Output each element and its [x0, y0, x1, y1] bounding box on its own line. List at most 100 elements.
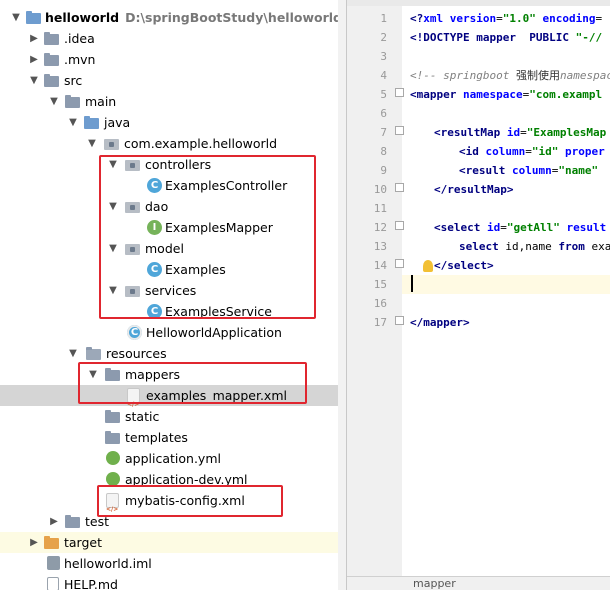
line-number: 12	[373, 221, 387, 234]
tree-item-helloworld-iml[interactable]: helloworld.iml	[0, 553, 346, 574]
tree-item-package[interactable]: ▼ com.example.helloworld	[0, 133, 346, 154]
tree-root[interactable]: ▼ helloworld D:\springBootStudy\helloworl…	[0, 7, 346, 28]
tree-item-label: com.example.helloworld	[124, 136, 278, 151]
chevron-down-icon[interactable]: ▼	[10, 7, 22, 28]
tree-item-label: HelloworldApplication	[146, 325, 282, 340]
chevron-right-icon[interactable]: ▶	[48, 511, 60, 532]
folder-icon	[84, 116, 99, 129]
tree-item-templates[interactable]: templates	[0, 427, 346, 448]
tree-item-label: templates	[125, 430, 188, 445]
module-file-icon	[47, 556, 60, 570]
code-line-7: <resultMap id="ExamplesMap	[434, 126, 607, 139]
resources-folder-icon	[86, 347, 101, 360]
tree-root-path: D:\springBootStudy\helloworld	[125, 10, 342, 25]
chevron-right-icon[interactable]: ▶	[28, 532, 40, 553]
tree-item-static[interactable]: static	[0, 406, 346, 427]
line-number: 4	[380, 69, 387, 82]
line-number: 9	[380, 164, 387, 177]
line-number: 8	[380, 145, 387, 158]
tree-item-java[interactable]: ▼ java	[0, 112, 346, 133]
highlight-box-mybatis-config	[97, 485, 283, 517]
line-number: 2	[380, 31, 387, 44]
code-line-17: </mapper>	[410, 316, 470, 329]
tree-item-label: .mvn	[64, 52, 96, 67]
folder-icon	[65, 515, 80, 528]
tree-item-label: HELP.md	[64, 577, 118, 590]
folder-icon	[44, 53, 59, 66]
line-number: 15	[373, 278, 387, 291]
markdown-file-icon	[47, 577, 59, 590]
line-number: 6	[380, 107, 387, 120]
tree-item-label: .idea	[64, 31, 95, 46]
folder-icon	[26, 11, 41, 24]
highlight-box-packages	[99, 155, 316, 319]
code-line-12: <select id="getAll" result	[434, 221, 607, 234]
fold-icon[interactable]	[395, 259, 404, 268]
breadcrumb-tab[interactable]: mapper	[347, 576, 610, 590]
code-line-5: <mapper namespace="com.exampl	[410, 88, 603, 101]
tree-item-label: static	[125, 409, 160, 424]
chevron-down-icon[interactable]: ▼	[86, 133, 98, 154]
chevron-down-icon[interactable]: ▼	[67, 112, 79, 133]
code-line-8: <id column="id" proper	[459, 145, 605, 158]
code-line-2: <!DOCTYPE mapper PUBLIC "-//	[410, 31, 603, 44]
tree-item-application-yml[interactable]: application.yml	[0, 448, 346, 469]
code-editor[interactable]: 1 2 3 4 5 6 7 8 9 10 11 12 13 14 15 16 1…	[347, 0, 610, 590]
folder-icon	[44, 536, 59, 549]
line-number: 16	[373, 297, 387, 310]
folder-icon	[44, 32, 59, 45]
tree-item-helloworld-application[interactable]: C HelloworldApplication	[0, 322, 346, 343]
chevron-down-icon[interactable]: ▼	[48, 91, 60, 112]
tree-item-help-md[interactable]: HELP.md	[0, 574, 346, 590]
current-line	[402, 275, 610, 294]
tree-item-resources[interactable]: ▼ resources	[0, 343, 346, 364]
code-line-14: </select>	[434, 259, 494, 272]
code-line-10: </resultMap>	[434, 183, 514, 196]
line-number: 5	[380, 88, 387, 101]
line-number: 14	[373, 259, 387, 272]
lightbulb-icon[interactable]	[423, 260, 433, 272]
fold-icon[interactable]	[395, 316, 404, 325]
line-number: 10	[373, 183, 387, 196]
folder-icon	[105, 431, 120, 444]
tree-item-src[interactable]: ▼ src	[0, 70, 346, 91]
highlight-box-mappers	[78, 362, 307, 404]
text-caret	[411, 275, 413, 292]
fold-icon[interactable]	[395, 126, 404, 135]
chevron-right-icon[interactable]: ▶	[28, 28, 40, 49]
chevron-down-icon[interactable]: ▼	[67, 343, 79, 364]
tree-root-label: helloworld	[45, 10, 120, 25]
tree-item-label: resources	[106, 346, 167, 361]
folder-icon	[65, 95, 80, 108]
tree-item-mvn[interactable]: ▶ .mvn	[0, 49, 346, 70]
tree-scrollbar[interactable]	[338, 0, 346, 590]
tree-item-label: helloworld.iml	[64, 556, 152, 571]
chevron-down-icon[interactable]: ▼	[28, 70, 40, 91]
tree-item-label: java	[104, 115, 131, 130]
package-icon	[104, 139, 119, 150]
chevron-right-icon[interactable]: ▶	[28, 49, 40, 70]
line-number: 11	[373, 202, 387, 215]
line-number: 7	[380, 126, 387, 139]
tree-item-target[interactable]: ▶ target	[0, 532, 346, 553]
tree-item-label: src	[64, 73, 83, 88]
application-class-icon: C	[127, 325, 142, 340]
line-number: 17	[373, 316, 387, 329]
code-line-1: <?xml version="1.0" encoding=	[410, 12, 603, 25]
line-number: 13	[373, 240, 387, 253]
tree-item-idea[interactable]: ▶ .idea	[0, 28, 346, 49]
spring-config-icon	[106, 451, 120, 465]
line-number: 3	[380, 50, 387, 63]
project-tree: ▼ helloworld D:\springBootStudy\helloworl…	[0, 0, 346, 590]
tree-item-main[interactable]: ▼ main	[0, 91, 346, 112]
fold-icon[interactable]	[395, 88, 404, 97]
fold-icon[interactable]	[395, 183, 404, 192]
spring-config-icon	[106, 472, 120, 486]
fold-icon[interactable]	[395, 221, 404, 230]
code-line-9: <result column="name"	[459, 164, 599, 177]
tree-item-label: main	[85, 94, 117, 109]
line-number: 1	[380, 12, 387, 25]
code-line-13: select id,name from exa	[459, 240, 610, 253]
folder-icon	[44, 74, 59, 87]
tree-item-label: target	[64, 535, 103, 550]
